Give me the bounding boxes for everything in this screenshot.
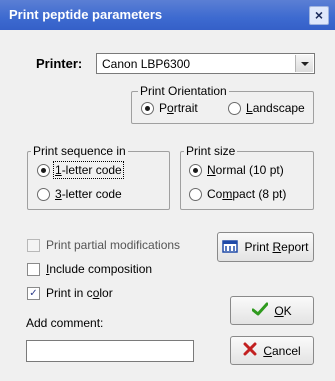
landscape-label: Landscape: [246, 101, 305, 115]
print-peptide-dialog: Print peptide parameters × Printer: Cano…: [0, 0, 335, 381]
partial-modifications-checkbox[interactable]: Print partial modifications: [27, 238, 180, 252]
normal-size-label: Normal (10 pt): [207, 163, 284, 177]
print-report-button[interactable]: Print Report: [217, 232, 314, 262]
one-letter-label: 1-letter code: [53, 161, 124, 179]
three-letter-radio-dot[interactable]: [37, 187, 50, 201]
chevron-down-icon[interactable]: [295, 55, 313, 72]
landscape-radio[interactable]: Landscape: [228, 101, 305, 115]
portrait-label: Portrait: [159, 101, 198, 115]
normal-size-radio[interactable]: Normal (10 pt): [189, 163, 284, 177]
normal-size-radio-dot[interactable]: [189, 163, 202, 177]
orientation-group-title: Print Orientation: [138, 84, 229, 98]
three-letter-label: 3-letter code: [55, 187, 122, 201]
compact-size-radio-dot[interactable]: [189, 187, 202, 201]
three-letter-radio[interactable]: 3-letter code: [37, 187, 122, 201]
close-icon: ×: [314, 7, 324, 23]
comment-input[interactable]: [26, 340, 194, 362]
print-report-label: Print Report: [244, 240, 309, 254]
cancel-button[interactable]: Cancel: [230, 336, 314, 365]
ok-label: OK: [274, 303, 292, 318]
ok-button[interactable]: OK: [230, 296, 314, 325]
window-title: Print peptide parameters: [9, 7, 163, 22]
include-composition-box[interactable]: [27, 262, 40, 276]
sequence-group-title: Print sequence in: [31, 144, 128, 158]
partial-modifications-box[interactable]: [27, 238, 40, 252]
include-composition-checkbox[interactable]: Include composition: [27, 262, 152, 276]
print-in-color-box[interactable]: ✓: [27, 286, 40, 300]
size-group-title: Print size: [184, 144, 238, 158]
printer-label: Printer:: [36, 56, 83, 71]
partial-modifications-label: Print partial modifications: [46, 238, 181, 252]
print-in-color-label: Print in color: [46, 286, 113, 300]
printer-select[interactable]: Canon LBP6300: [96, 53, 315, 74]
close-button[interactable]: ×: [309, 6, 329, 25]
portrait-radio-dot[interactable]: [141, 101, 154, 115]
print-in-color-checkbox[interactable]: ✓ Print in color: [27, 286, 113, 300]
checkmark-icon: ✓: [29, 287, 38, 299]
sequence-group: Print sequence in 1-letter code 3-letter…: [27, 144, 170, 210]
landscape-radio-dot[interactable]: [228, 101, 241, 115]
printer-select-value: Canon LBP6300: [102, 57, 191, 71]
include-composition-label: Include composition: [46, 262, 153, 276]
size-group: Print size Normal (10 pt) Compact (8 pt): [180, 144, 314, 210]
title-bar: Print peptide parameters ×: [0, 0, 335, 30]
add-comment-label: Add comment:: [26, 316, 104, 330]
one-letter-radio-dot[interactable]: [37, 163, 50, 177]
checkmark-icon: [251, 302, 269, 319]
printer-report-icon: [222, 239, 239, 256]
cancel-label: Cancel: [263, 343, 301, 358]
portrait-radio[interactable]: Portrait: [141, 101, 198, 115]
cross-icon: [243, 342, 257, 359]
compact-size-label: Compact (8 pt): [207, 187, 287, 201]
orientation-group: Print Orientation Portrait Landscape: [131, 84, 314, 124]
compact-size-radio[interactable]: Compact (8 pt): [189, 187, 286, 201]
one-letter-radio[interactable]: 1-letter code: [37, 161, 124, 179]
